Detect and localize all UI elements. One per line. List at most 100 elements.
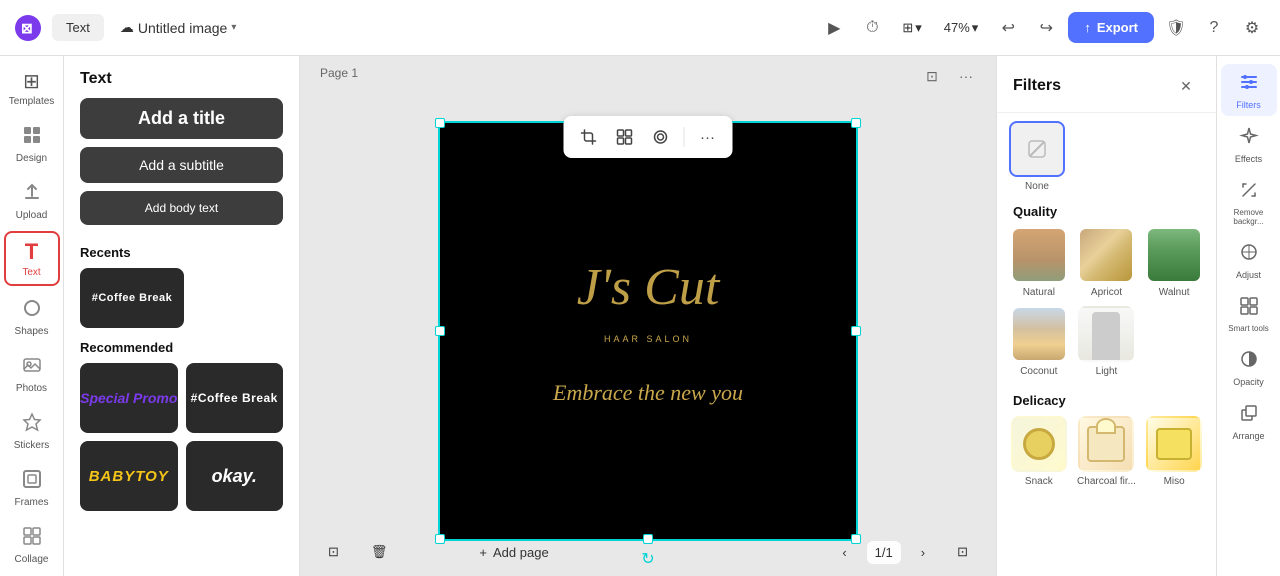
delicacy-filters-grid: Snack Charcoal fir... Miso [997, 416, 1216, 491]
sidebar-item-photos[interactable]: Photos [4, 347, 60, 400]
view-chevron-icon: ▾ [915, 20, 922, 36]
export-icon: ↑ [1084, 20, 1091, 35]
canvas-salon-sub: HAAR SALON [604, 334, 692, 344]
effects-button[interactable] [646, 122, 676, 152]
shield-button[interactable]: 🛡 [1160, 12, 1192, 44]
resize-handle-tl[interactable] [435, 118, 445, 128]
undo-button[interactable]: ↩ [992, 12, 1024, 44]
add-page-button[interactable]: + Add page [467, 539, 560, 566]
sidebar-item-design[interactable]: Design [4, 117, 60, 170]
page-more-button[interactable]: ··· [952, 62, 980, 90]
right-strip-item-adjust[interactable]: Adjust [1221, 234, 1277, 286]
list-item[interactable]: #Coffee Break [80, 268, 184, 328]
filter-item-miso[interactable]: Miso [1144, 416, 1204, 487]
filter-thumb-coconut [1011, 306, 1067, 362]
delete-element-button[interactable]: 🗑 [359, 538, 400, 566]
play-button[interactable]: ▶ [818, 12, 850, 44]
filename-display[interactable]: ☁ Untitled image ▾ [120, 19, 237, 36]
filter-label-charcoal: Charcoal fir... [1077, 476, 1136, 487]
fullscreen-button[interactable]: ⊡ [945, 538, 980, 566]
rec-special-promo-text: Special Promo [80, 390, 177, 406]
filters-close-button[interactable]: ✕ [1172, 72, 1200, 100]
filter-item-coconut[interactable]: Coconut [1009, 306, 1069, 377]
sidebar-item-stickers[interactable]: Stickers [4, 404, 60, 457]
templates-icon: ⊞ [23, 72, 40, 92]
filter-item-none[interactable]: None [1009, 121, 1065, 192]
crop-button[interactable] [574, 122, 604, 152]
canvas-tagline: Embrace the new you [553, 380, 743, 406]
filter-item-light[interactable]: Light [1077, 306, 1137, 377]
resize-handle-tr[interactable] [851, 118, 861, 128]
filename-chevron-icon: ▾ [231, 22, 236, 33]
copy-icon: ⊡ [328, 544, 339, 560]
opacity-icon [1239, 349, 1259, 374]
add-subtitle-button[interactable]: Add a subtitle [80, 147, 283, 183]
canvas-frame[interactable]: ↻ J's Cut HAAR SALON Embrace the new you [438, 121, 858, 541]
toolbar-divider [684, 127, 685, 147]
recents-section-title: Recents [64, 233, 299, 268]
right-strip-item-arrange[interactable]: Arrange [1221, 395, 1277, 447]
right-strip-item-remove-bg[interactable]: Remove backgr... [1221, 172, 1277, 232]
next-page-button[interactable]: › [909, 539, 937, 566]
canva-logo[interactable]: ⊠ [12, 12, 44, 44]
settings-button[interactable]: ⚙ [1236, 12, 1268, 44]
right-strip-item-smart-tools[interactable]: Smart tools [1221, 288, 1277, 339]
list-item[interactable]: BABYTOY [80, 441, 178, 511]
filter-label-miso: Miso [1164, 476, 1185, 487]
sidebar-item-collage[interactable]: Collage [4, 518, 60, 571]
zoom-value: 47% [944, 20, 970, 35]
sidebar-item-text[interactable]: T Text [4, 231, 60, 286]
filter-thumb-miso [1146, 416, 1202, 472]
redo-button[interactable]: ↪ [1030, 12, 1062, 44]
filter-item-snack[interactable]: Snack [1009, 416, 1069, 487]
resize-handle-mr[interactable] [851, 326, 861, 336]
document-icon: ☁ [120, 19, 134, 36]
filter-item-apricot[interactable]: Apricot [1077, 227, 1137, 298]
list-item[interactable]: #Coffee Break [186, 363, 284, 433]
smart-tools-icon [1239, 296, 1259, 321]
filter-item-natural[interactable]: Natural [1009, 227, 1069, 298]
photos-icon [22, 355, 42, 379]
right-strip-item-effects[interactable]: Effects [1221, 118, 1277, 170]
prev-page-button[interactable]: ‹ [830, 539, 858, 566]
sidebar-item-upload[interactable]: Upload [4, 174, 60, 227]
help-button[interactable]: ? [1198, 12, 1230, 44]
more-options-button[interactable]: ··· [693, 122, 723, 152]
copy-element-button[interactable]: ⊡ [316, 538, 351, 566]
text-panel-title: Text [64, 56, 299, 98]
sidebar-item-label-frames: Frames [15, 497, 49, 508]
zoom-button[interactable]: 47% ▾ [936, 16, 987, 40]
filter-label-apricot: Apricot [1091, 287, 1122, 298]
filter-item-walnut[interactable]: Walnut [1144, 227, 1204, 298]
sidebar-item-shapes[interactable]: Shapes [4, 290, 60, 343]
list-item[interactable]: okay. [186, 441, 284, 511]
right-strip-item-filters[interactable]: Filters [1221, 64, 1277, 116]
right-strip-label-filters: Filters [1236, 100, 1261, 110]
topbar-controls: ▶ ⏱ ⊞ ▾ 47% ▾ ↩ ↪ ↑ Export 🛡 ? ⚙ [818, 12, 1268, 44]
filter-item-charcoal[interactable]: Charcoal fir... [1077, 416, 1137, 487]
canvas-salon-name: J's Cut [498, 244, 798, 334]
list-item[interactable]: Special Promo [80, 363, 178, 433]
tab-text[interactable]: Text [52, 14, 104, 41]
main-layout: ⊞ Templates Design Upload [0, 56, 1280, 576]
sidebar-item-label-collage: Collage [15, 554, 49, 565]
export-button[interactable]: ↑ Export [1068, 12, 1154, 43]
rec-okay-text: okay. [212, 466, 257, 487]
filter-thumb-charcoal [1078, 416, 1134, 472]
sidebar-item-templates[interactable]: ⊞ Templates [4, 64, 60, 113]
add-body-button[interactable]: Add body text [80, 191, 283, 225]
page-thumbnail-button[interactable]: ⊡ [918, 62, 946, 90]
sidebar-item-frames[interactable]: Frames [4, 461, 60, 514]
right-strip-item-opacity[interactable]: Opacity [1221, 341, 1277, 393]
timer-button[interactable]: ⏱ [856, 12, 888, 44]
view-options-button[interactable]: ⊞ ▾ [894, 16, 929, 40]
recommended-grid: Special Promo #Coffee Break BABYTOY okay… [64, 363, 299, 511]
rec-babytoy-text: BABYTOY [89, 468, 169, 485]
grid-button[interactable] [610, 122, 640, 152]
filter-thumb-light [1078, 306, 1134, 362]
filters-header: Filters ✕ [997, 56, 1216, 113]
resize-handle-ml[interactable] [435, 326, 445, 336]
filter-thumb-none [1009, 121, 1065, 177]
page-label: Page 1 [320, 66, 358, 80]
add-title-button[interactable]: Add a title [80, 98, 283, 139]
